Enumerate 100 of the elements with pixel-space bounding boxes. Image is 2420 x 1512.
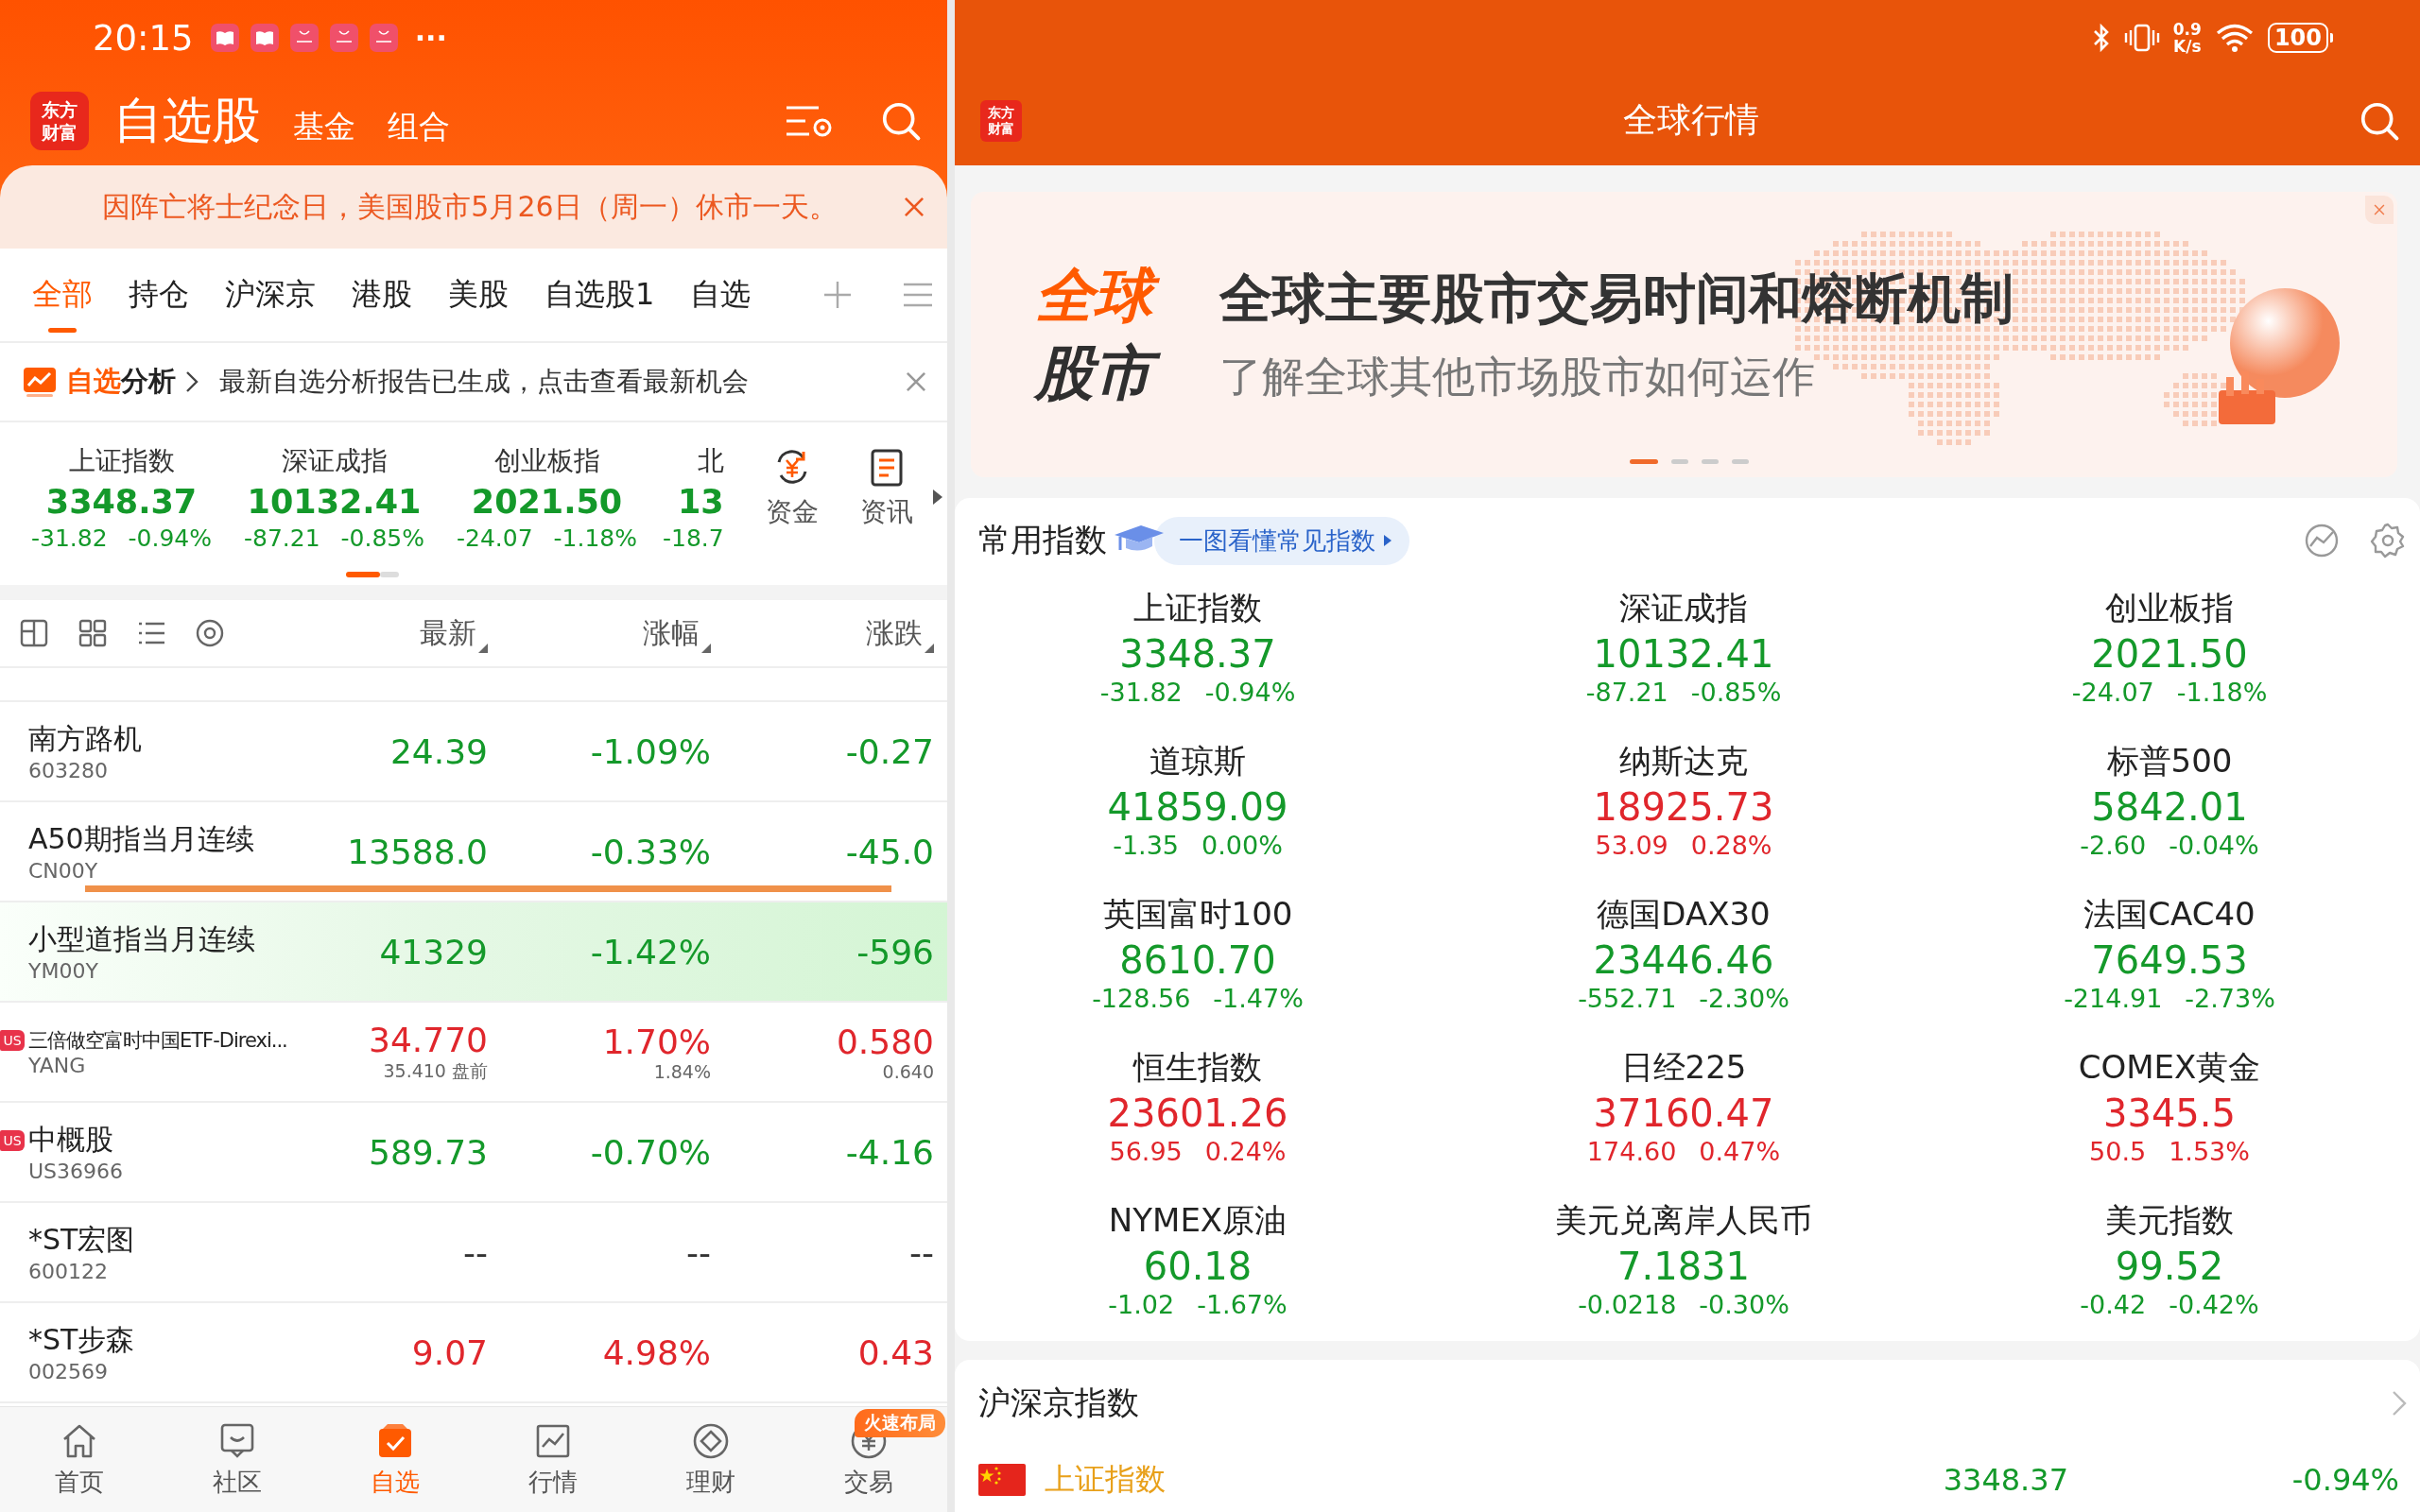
chevron-right-icon — [185, 370, 199, 393]
index-name[interactable]: 美元指数 — [2105, 1198, 2234, 1243]
stock-name[interactable]: 小型道指当月连续 — [28, 920, 255, 959]
target-icon[interactable] — [195, 618, 225, 648]
caret-right-icon[interactable] — [931, 489, 943, 506]
book-icon — [250, 24, 279, 52]
price-cell: 9.07 — [411, 1332, 488, 1372]
index-name[interactable]: 上证指数 — [1133, 586, 1262, 630]
index-price: 37160.47 — [1593, 1091, 1774, 1135]
category-tab[interactable]: 沪深京 — [225, 255, 316, 335]
flag-icon — [978, 1464, 1026, 1496]
app-logo: 东方 财富 — [980, 99, 1022, 142]
index-name[interactable]: 创业板指 — [2105, 586, 2234, 630]
settings-icon[interactable] — [2369, 522, 2407, 559]
column-header[interactable]: 涨幅 — [643, 613, 700, 653]
stock-name[interactable]: 南方路机 — [28, 720, 142, 759]
index-percent: -0.94% — [128, 524, 212, 552]
index-name[interactable]: 法国CAC40 — [2083, 892, 2256, 936]
shortcut-button[interactable]: 资讯 — [838, 447, 934, 530]
market-badge: US — [0, 1029, 25, 1051]
nav-tab[interactable]: 理财 — [631, 1407, 789, 1512]
close-icon[interactable] — [902, 195, 926, 219]
index-percent: -2.73% — [2185, 983, 2275, 1013]
change-cell: 0.43 — [857, 1332, 934, 1372]
stock-code: US36966 — [28, 1160, 125, 1183]
index-price: 23446.46 — [1593, 937, 1774, 982]
grid-icon[interactable] — [78, 618, 108, 648]
index-change: -552.71 — [1578, 983, 1677, 1013]
index-change: -0.0218 — [1578, 1289, 1677, 1319]
index-name[interactable]: 纳斯达克 — [1619, 739, 1748, 783]
banner-subtitle: 了解全球其他市场股市如何运作 — [1219, 351, 1816, 404]
nav-tab[interactable]: 火速布局 交易 — [789, 1407, 947, 1512]
market-badge: US — [0, 1129, 25, 1151]
stock-name[interactable]: *ST步森 — [28, 1321, 135, 1360]
analysis-label[interactable]: 自选分析 — [66, 363, 176, 401]
sort-icon[interactable] — [925, 643, 934, 653]
layout-icon[interactable] — [19, 618, 49, 648]
change-cell: 0.580 — [836, 1022, 934, 1061]
index-name[interactable]: 深证成指 — [1619, 586, 1748, 630]
close-icon[interactable] — [904, 369, 928, 394]
index-name[interactable]: 标普500 — [2106, 739, 2233, 783]
index-name[interactable]: 日经225 — [1620, 1045, 1747, 1090]
category-tab[interactable]: 美股 — [448, 255, 509, 335]
column-header[interactable]: 最新 — [420, 613, 476, 653]
change-cell: -4.16 — [845, 1132, 934, 1172]
stock-name[interactable]: *ST宏图 — [28, 1221, 135, 1260]
index-name[interactable]: 美元兑离岸人民币 — [1555, 1198, 1812, 1243]
index-name[interactable]: 德国DAX30 — [1597, 892, 1771, 936]
index-change: -31.82 — [1099, 677, 1183, 707]
nav-tab[interactable]: 行情 — [474, 1407, 631, 1512]
column-header[interactable]: 涨跌 — [866, 613, 923, 653]
index-name[interactable]: NYMEX原油 — [1108, 1198, 1288, 1243]
category-tab[interactable]: 持仓 — [129, 255, 189, 335]
stock-code: CN00Y — [28, 859, 99, 883]
sort-icon[interactable] — [478, 643, 488, 653]
stock-name[interactable]: A50期指当月连续 — [28, 820, 254, 859]
add-icon[interactable] — [822, 280, 854, 310]
bluetooth-icon — [2091, 23, 2111, 53]
index-change: -87.21 — [243, 524, 320, 552]
index-percent: 1.53% — [2169, 1136, 2250, 1166]
shortcut-button[interactable]: 资金 — [744, 447, 839, 530]
promo-banner[interactable]: 全球 股市 全球主要股市交易时间和熔断机制 了解全球其他市场股市如何运作 — [971, 192, 2397, 477]
index-percent: -1.18% — [2176, 677, 2268, 707]
change-cell: -45.0 — [845, 832, 934, 871]
stock-name[interactable]: 中概股 — [28, 1121, 113, 1160]
app-logo: 东方 财富 — [30, 91, 89, 150]
section-title: 常用指数 — [978, 520, 1107, 560]
close-icon[interactable] — [2373, 203, 2386, 216]
index-name: 深证成指 — [281, 444, 388, 478]
category-tab[interactable]: 自选 — [690, 255, 752, 335]
book-icon — [210, 24, 239, 52]
nav-tab[interactable]: 社区 — [158, 1407, 316, 1512]
price-cell: 24.39 — [389, 731, 488, 771]
index-change: 174.60 — [1586, 1136, 1677, 1166]
index-name[interactable]: 道琼斯 — [1150, 739, 1246, 783]
percent-change-cell: 4.98% — [602, 1332, 711, 1372]
shopping-bag-icon — [289, 24, 319, 52]
category-tab[interactable]: 港股 — [352, 255, 412, 335]
caret-right-icon — [1383, 534, 1392, 547]
index-name[interactable]: 恒生指数 — [1133, 1045, 1262, 1090]
index-name[interactable]: 英国富时100 — [1102, 892, 1293, 936]
menu-icon[interactable] — [902, 282, 935, 308]
nav-tab[interactable]: 首页 — [0, 1407, 158, 1512]
index-percent: -0.42% — [2169, 1289, 2259, 1319]
index-name[interactable]: COMEX黄金 — [2078, 1045, 2261, 1090]
sort-icon[interactable] — [701, 643, 711, 653]
index-percent: -0.94% — [1204, 677, 1296, 707]
chevron-right-icon[interactable] — [2392, 1390, 2407, 1417]
guide-link[interactable]: 一图看懂常见指数 — [1154, 516, 1409, 565]
stock-name[interactable]: 三倍做空富时中国ETF-Direxi... — [28, 1026, 287, 1054]
promo-badge: 火速布局 — [855, 1409, 945, 1437]
category-tab[interactable]: 自选股1 — [544, 255, 655, 335]
index-name: 创业板指 — [493, 444, 600, 478]
chart-circle-icon[interactable] — [2303, 522, 2341, 559]
percent-change-cell: -- — [686, 1232, 711, 1272]
wifi-icon — [2214, 23, 2255, 53]
index-price: 8610.70 — [1119, 937, 1276, 982]
index-percent: 0.24% — [1204, 1136, 1287, 1166]
stock-code: 603280 — [28, 759, 109, 782]
analysis-message[interactable]: 最新自选分析报告已生成，点击查看最新机会 — [219, 364, 749, 400]
